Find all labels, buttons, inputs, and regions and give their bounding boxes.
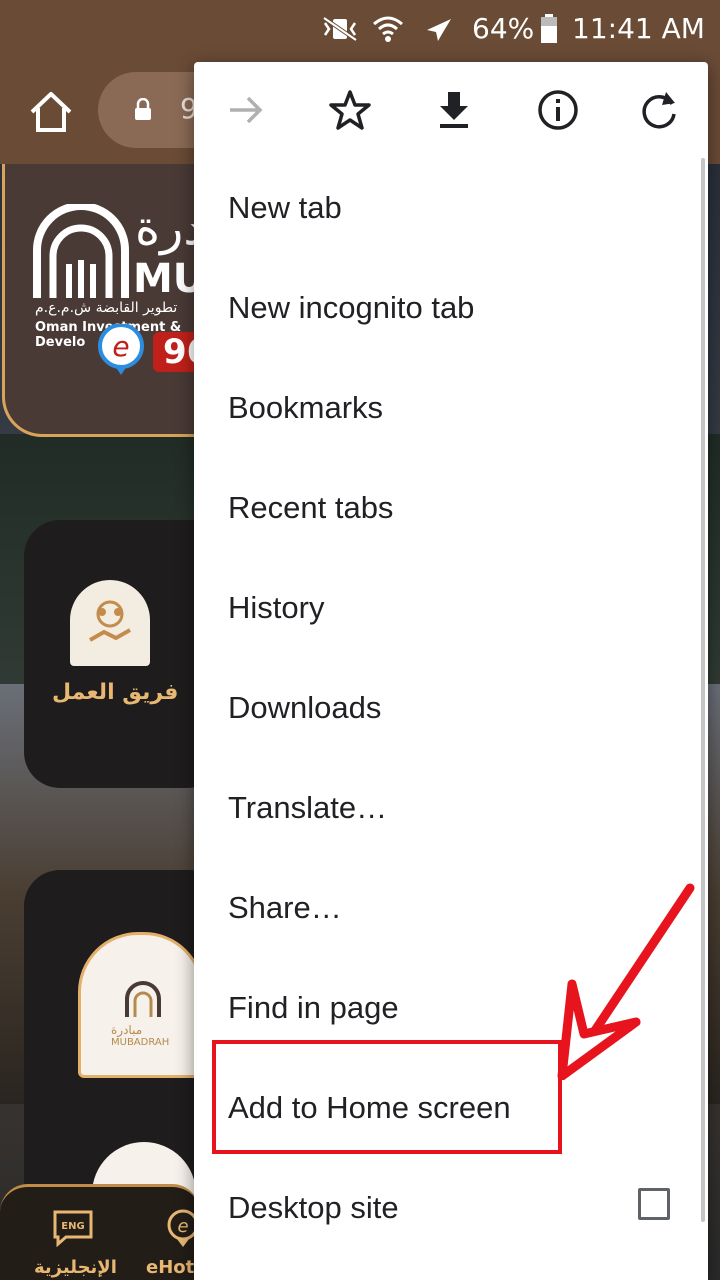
mubadrah-mini-arabic: مبادرة <box>111 1023 143 1037</box>
menu-item-desktop-site[interactable]: Desktop site <box>194 1158 708 1258</box>
mubadrah-mini-english: MUBADRAH <box>111 1037 170 1048</box>
menu-item-downloads[interactable]: Downloads <box>194 658 708 758</box>
english-language-icon[interactable]: ENG <box>52 1209 94 1247</box>
refresh-icon[interactable] <box>634 84 686 136</box>
vibrate-mute-icon <box>322 16 358 42</box>
airplane-mode-icon <box>427 19 451 41</box>
menu-item-new-tab[interactable]: New tab <box>194 158 708 258</box>
eng-badge-text: ENG <box>61 1221 84 1232</box>
menu-item-new-incognito-tab[interactable]: New incognito tab <box>194 258 708 358</box>
mubadrah-mini-logo-icon <box>125 981 161 1017</box>
english-nav-label[interactable]: الإنجليزية <box>34 1257 117 1278</box>
menu-item-label: Bookmarks <box>228 390 384 425</box>
menu-item-label: New tab <box>228 190 342 225</box>
menu-item-label: History <box>228 590 325 625</box>
team-arch-frame <box>70 580 150 666</box>
home-icon[interactable] <box>28 90 74 134</box>
ehotline-nav-label[interactable]: eHotl <box>146 1257 200 1278</box>
wifi-icon <box>373 16 403 42</box>
menu-item-label: New incognito tab <box>228 290 475 325</box>
download-icon[interactable] <box>428 84 480 136</box>
brand-subtitle-arabic: تطوير القابضة ش.م.ع.م <box>35 300 178 316</box>
bottom-navigation: ENG الإنجليزية e eHotl <box>0 1184 200 1280</box>
menu-item-label: Desktop site <box>228 1190 399 1225</box>
status-bar: 64% 11:41 AM <box>0 0 720 56</box>
menu-item-label: Share… <box>228 890 342 925</box>
menu-item-label: Translate… <box>228 790 388 825</box>
bookmark-star-icon[interactable] <box>324 84 376 136</box>
mubadrah-logo-icon <box>33 204 129 298</box>
svg-text:e: e <box>177 1216 188 1237</box>
annotation-arrow-icon <box>557 883 695 1080</box>
team-icon <box>89 600 131 642</box>
e-service-icon: e <box>98 324 144 375</box>
svg-text:e: e <box>112 330 129 363</box>
menu-toolbar <box>194 62 708 158</box>
menu-item-translate[interactable]: Translate… <box>194 758 708 858</box>
info-icon[interactable] <box>532 84 584 136</box>
annotation-highlight-box <box>212 1040 562 1154</box>
forward-icon[interactable] <box>220 84 272 136</box>
battery-icon <box>541 14 557 43</box>
lock-icon <box>135 98 151 120</box>
menu-item-history[interactable]: History <box>194 558 708 658</box>
menu-item-recent-tabs[interactable]: Recent tabs <box>194 458 708 558</box>
mubadrah-arch-frame: مبادرة MUBADRAH <box>78 932 204 1078</box>
clock: 11:41 AM <box>572 12 705 45</box>
menu-item-label: Find in page <box>228 990 399 1025</box>
menu-item-bookmarks[interactable]: Bookmarks <box>194 358 708 458</box>
menu-item-label: Downloads <box>228 690 382 725</box>
team-tile-label: فريق العمل <box>52 680 179 705</box>
menu-item-label: Recent tabs <box>228 490 394 525</box>
battery-percent: 64% <box>472 12 535 45</box>
desktop-site-checkbox[interactable] <box>638 1188 670 1220</box>
